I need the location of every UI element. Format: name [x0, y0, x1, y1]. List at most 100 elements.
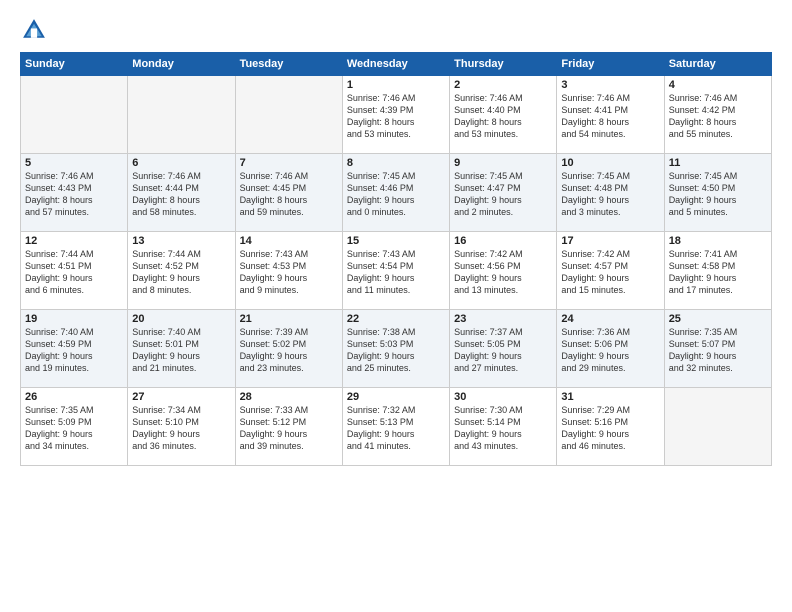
day-number: 15 — [347, 235, 445, 247]
day-info: Sunrise: 7:45 AM Sunset: 4:48 PM Dayligh… — [561, 170, 659, 219]
calendar-cell: 8Sunrise: 7:45 AM Sunset: 4:46 PM Daylig… — [342, 154, 449, 232]
day-info: Sunrise: 7:40 AM Sunset: 5:01 PM Dayligh… — [132, 326, 230, 375]
day-number: 7 — [240, 157, 338, 169]
day-number: 20 — [132, 313, 230, 325]
day-number: 6 — [132, 157, 230, 169]
day-number: 29 — [347, 391, 445, 403]
day-number: 27 — [132, 391, 230, 403]
calendar-cell — [21, 76, 128, 154]
weekday-header-thursday: Thursday — [450, 53, 557, 76]
calendar-cell: 28Sunrise: 7:33 AM Sunset: 5:12 PM Dayli… — [235, 388, 342, 466]
day-info: Sunrise: 7:46 AM Sunset: 4:42 PM Dayligh… — [669, 92, 767, 141]
day-number: 31 — [561, 391, 659, 403]
calendar-cell: 29Sunrise: 7:32 AM Sunset: 5:13 PM Dayli… — [342, 388, 449, 466]
day-number: 19 — [25, 313, 123, 325]
day-number: 9 — [454, 157, 552, 169]
day-info: Sunrise: 7:46 AM Sunset: 4:39 PM Dayligh… — [347, 92, 445, 141]
day-info: Sunrise: 7:36 AM Sunset: 5:06 PM Dayligh… — [561, 326, 659, 375]
day-number: 22 — [347, 313, 445, 325]
calendar-cell: 19Sunrise: 7:40 AM Sunset: 4:59 PM Dayli… — [21, 310, 128, 388]
calendar-cell: 1Sunrise: 7:46 AM Sunset: 4:39 PM Daylig… — [342, 76, 449, 154]
day-number: 8 — [347, 157, 445, 169]
day-info: Sunrise: 7:45 AM Sunset: 4:47 PM Dayligh… — [454, 170, 552, 219]
calendar-cell: 6Sunrise: 7:46 AM Sunset: 4:44 PM Daylig… — [128, 154, 235, 232]
calendar-cell: 20Sunrise: 7:40 AM Sunset: 5:01 PM Dayli… — [128, 310, 235, 388]
calendar-cell: 14Sunrise: 7:43 AM Sunset: 4:53 PM Dayli… — [235, 232, 342, 310]
day-info: Sunrise: 7:46 AM Sunset: 4:40 PM Dayligh… — [454, 92, 552, 141]
week-row-3: 12Sunrise: 7:44 AM Sunset: 4:51 PM Dayli… — [21, 232, 772, 310]
calendar-table: SundayMondayTuesdayWednesdayThursdayFrid… — [20, 52, 772, 466]
day-number: 18 — [669, 235, 767, 247]
calendar-cell: 10Sunrise: 7:45 AM Sunset: 4:48 PM Dayli… — [557, 154, 664, 232]
calendar-cell: 17Sunrise: 7:42 AM Sunset: 4:57 PM Dayli… — [557, 232, 664, 310]
day-number: 28 — [240, 391, 338, 403]
calendar-cell: 9Sunrise: 7:45 AM Sunset: 4:47 PM Daylig… — [450, 154, 557, 232]
weekday-header-wednesday: Wednesday — [342, 53, 449, 76]
day-info: Sunrise: 7:32 AM Sunset: 5:13 PM Dayligh… — [347, 404, 445, 453]
calendar-cell: 23Sunrise: 7:37 AM Sunset: 5:05 PM Dayli… — [450, 310, 557, 388]
day-info: Sunrise: 7:44 AM Sunset: 4:51 PM Dayligh… — [25, 248, 123, 297]
day-info: Sunrise: 7:34 AM Sunset: 5:10 PM Dayligh… — [132, 404, 230, 453]
calendar-page: SundayMondayTuesdayWednesdayThursdayFrid… — [0, 0, 792, 612]
calendar-cell: 27Sunrise: 7:34 AM Sunset: 5:10 PM Dayli… — [128, 388, 235, 466]
day-info: Sunrise: 7:35 AM Sunset: 5:09 PM Dayligh… — [25, 404, 123, 453]
calendar-cell: 26Sunrise: 7:35 AM Sunset: 5:09 PM Dayli… — [21, 388, 128, 466]
weekday-header-monday: Monday — [128, 53, 235, 76]
day-number: 26 — [25, 391, 123, 403]
weekday-header-row: SundayMondayTuesdayWednesdayThursdayFrid… — [21, 53, 772, 76]
day-number: 11 — [669, 157, 767, 169]
day-info: Sunrise: 7:43 AM Sunset: 4:53 PM Dayligh… — [240, 248, 338, 297]
header — [20, 16, 772, 44]
day-info: Sunrise: 7:46 AM Sunset: 4:41 PM Dayligh… — [561, 92, 659, 141]
day-info: Sunrise: 7:46 AM Sunset: 4:45 PM Dayligh… — [240, 170, 338, 219]
day-number: 16 — [454, 235, 552, 247]
day-info: Sunrise: 7:41 AM Sunset: 4:58 PM Dayligh… — [669, 248, 767, 297]
calendar-cell — [664, 388, 771, 466]
week-row-1: 1Sunrise: 7:46 AM Sunset: 4:39 PM Daylig… — [21, 76, 772, 154]
calendar-cell: 30Sunrise: 7:30 AM Sunset: 5:14 PM Dayli… — [450, 388, 557, 466]
day-info: Sunrise: 7:46 AM Sunset: 4:43 PM Dayligh… — [25, 170, 123, 219]
calendar-cell — [128, 76, 235, 154]
day-info: Sunrise: 7:29 AM Sunset: 5:16 PM Dayligh… — [561, 404, 659, 453]
calendar-cell: 18Sunrise: 7:41 AM Sunset: 4:58 PM Dayli… — [664, 232, 771, 310]
day-info: Sunrise: 7:42 AM Sunset: 4:56 PM Dayligh… — [454, 248, 552, 297]
day-number: 21 — [240, 313, 338, 325]
calendar-cell: 24Sunrise: 7:36 AM Sunset: 5:06 PM Dayli… — [557, 310, 664, 388]
week-row-4: 19Sunrise: 7:40 AM Sunset: 4:59 PM Dayli… — [21, 310, 772, 388]
day-number: 2 — [454, 79, 552, 91]
day-number: 10 — [561, 157, 659, 169]
calendar-cell: 16Sunrise: 7:42 AM Sunset: 4:56 PM Dayli… — [450, 232, 557, 310]
logo-icon — [20, 16, 48, 44]
weekday-header-saturday: Saturday — [664, 53, 771, 76]
day-info: Sunrise: 7:35 AM Sunset: 5:07 PM Dayligh… — [669, 326, 767, 375]
day-info: Sunrise: 7:40 AM Sunset: 4:59 PM Dayligh… — [25, 326, 123, 375]
day-info: Sunrise: 7:44 AM Sunset: 4:52 PM Dayligh… — [132, 248, 230, 297]
calendar-cell: 4Sunrise: 7:46 AM Sunset: 4:42 PM Daylig… — [664, 76, 771, 154]
calendar-cell: 2Sunrise: 7:46 AM Sunset: 4:40 PM Daylig… — [450, 76, 557, 154]
day-info: Sunrise: 7:39 AM Sunset: 5:02 PM Dayligh… — [240, 326, 338, 375]
day-number: 25 — [669, 313, 767, 325]
day-info: Sunrise: 7:33 AM Sunset: 5:12 PM Dayligh… — [240, 404, 338, 453]
calendar-cell: 15Sunrise: 7:43 AM Sunset: 4:54 PM Dayli… — [342, 232, 449, 310]
week-row-5: 26Sunrise: 7:35 AM Sunset: 5:09 PM Dayli… — [21, 388, 772, 466]
calendar-cell: 11Sunrise: 7:45 AM Sunset: 4:50 PM Dayli… — [664, 154, 771, 232]
day-number: 12 — [25, 235, 123, 247]
day-number: 13 — [132, 235, 230, 247]
week-row-2: 5Sunrise: 7:46 AM Sunset: 4:43 PM Daylig… — [21, 154, 772, 232]
calendar-cell: 25Sunrise: 7:35 AM Sunset: 5:07 PM Dayli… — [664, 310, 771, 388]
day-number: 1 — [347, 79, 445, 91]
calendar-cell: 21Sunrise: 7:39 AM Sunset: 5:02 PM Dayli… — [235, 310, 342, 388]
calendar-cell: 12Sunrise: 7:44 AM Sunset: 4:51 PM Dayli… — [21, 232, 128, 310]
calendar-cell: 3Sunrise: 7:46 AM Sunset: 4:41 PM Daylig… — [557, 76, 664, 154]
day-number: 3 — [561, 79, 659, 91]
day-info: Sunrise: 7:42 AM Sunset: 4:57 PM Dayligh… — [561, 248, 659, 297]
day-number: 30 — [454, 391, 552, 403]
day-info: Sunrise: 7:30 AM Sunset: 5:14 PM Dayligh… — [454, 404, 552, 453]
logo — [20, 16, 54, 44]
calendar-cell: 5Sunrise: 7:46 AM Sunset: 4:43 PM Daylig… — [21, 154, 128, 232]
day-number: 24 — [561, 313, 659, 325]
weekday-header-sunday: Sunday — [21, 53, 128, 76]
day-info: Sunrise: 7:38 AM Sunset: 5:03 PM Dayligh… — [347, 326, 445, 375]
day-number: 17 — [561, 235, 659, 247]
calendar-cell: 13Sunrise: 7:44 AM Sunset: 4:52 PM Dayli… — [128, 232, 235, 310]
